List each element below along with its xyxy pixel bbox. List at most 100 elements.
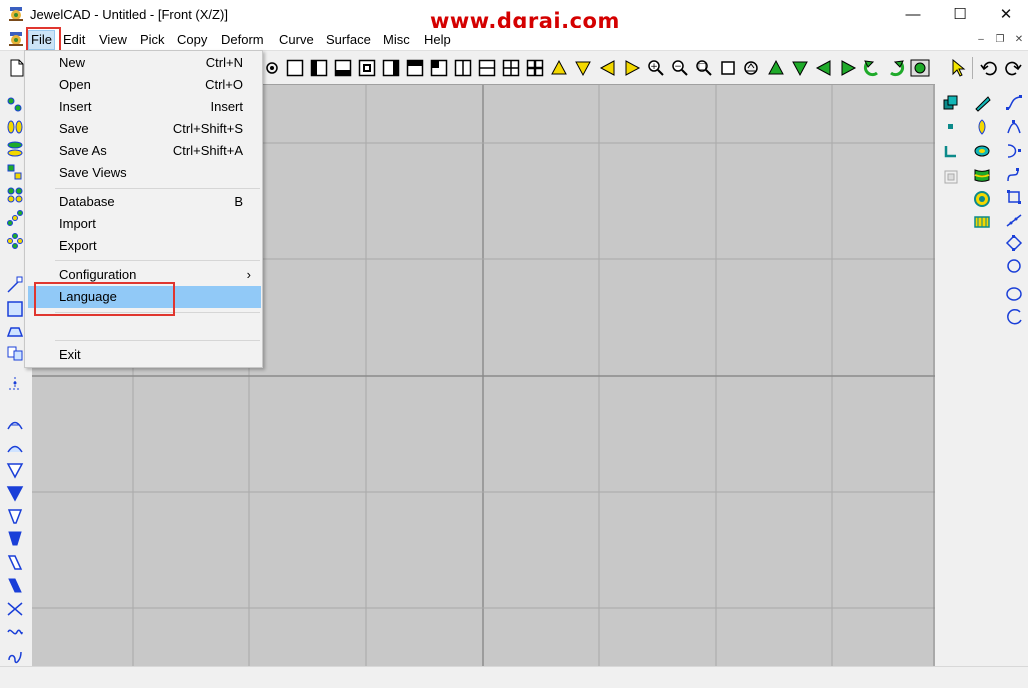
deform-loop-icon[interactable] [4,621,26,643]
spin-down-icon[interactable] [789,57,811,79]
deform-arc-up-icon[interactable] [4,414,26,436]
menu-edit[interactable]: Edit [61,30,87,50]
view-bottom-icon[interactable] [332,57,354,79]
deform-bend-icon[interactable] [4,527,26,549]
curve-circle-icon[interactable] [1003,255,1025,277]
zoom-in-icon[interactable]: + [645,57,667,79]
zoom-out-icon[interactable]: − [669,57,691,79]
file-menu-save[interactable]: Save Ctrl+Shift+S [28,118,261,140]
rotate-up-icon[interactable] [548,57,570,79]
view-split-vertical-icon[interactable] [452,57,474,79]
edit-box-icon[interactable] [4,298,26,320]
menu-deform[interactable]: Deform [219,30,266,50]
file-menu-import[interactable]: Import [28,213,261,235]
pick-ring-icon[interactable] [4,230,26,252]
curve-closed-icon[interactable] [1003,186,1025,208]
deform-arc-icon[interactable] [4,437,26,459]
spin-right-icon[interactable] [837,57,859,79]
menu-help[interactable]: Help [422,30,453,50]
render-view-icon[interactable] [909,57,931,79]
surface-rail-icon[interactable] [971,211,993,233]
file-menu-save-as[interactable]: Save As Ctrl+Shift+A [28,140,261,162]
file-menu-database[interactable]: Database B [28,191,261,213]
curve-ellipse-icon[interactable] [1003,283,1025,305]
surface-extrude-icon[interactable] [971,92,993,114]
file-menu-exit[interactable]: Exit [28,344,261,366]
pick-grid-icon[interactable] [4,184,26,206]
view-right-half-icon[interactable] [380,57,402,79]
zoom-window-icon[interactable]: □ [693,57,715,79]
redraw-icon[interactable] [261,57,283,79]
spin-left-icon[interactable] [813,57,835,79]
mdi-close-button[interactable]: ✕ [1011,33,1027,47]
snap-points-icon[interactable] [4,372,26,394]
deform-twist-icon[interactable] [4,505,26,527]
minimize-button[interactable]: — [890,0,936,28]
curve-diamond-icon[interactable] [1003,232,1025,254]
zoom-fit-icon[interactable] [717,57,739,79]
pick-line-icon[interactable] [4,116,26,138]
select-pointer-icon[interactable] [947,57,969,79]
file-menu-export[interactable]: Export [28,235,261,257]
file-menu-save-views[interactable]: Save Views [28,162,261,184]
document-icon[interactable] [8,31,24,47]
surface-sweep-icon[interactable] [971,140,993,162]
curve-s-icon[interactable] [1003,140,1025,162]
deform-taper-filled-icon[interactable] [4,482,26,504]
menu-pick[interactable]: Pick [138,30,167,50]
redo-icon[interactable] [1002,57,1024,79]
deform-skew-icon[interactable] [4,551,26,573]
edit-copy-icon[interactable] [4,342,26,364]
rotate-left-icon[interactable] [597,57,619,79]
rotate-ccw-icon[interactable] [861,57,883,79]
grey-frame-icon[interactable] [940,166,962,188]
undo-icon[interactable] [978,57,1000,79]
curve-arc-icon[interactable] [1003,306,1025,328]
file-menu-open[interactable]: Open Ctrl+O [28,74,261,96]
pick-all-icon[interactable] [4,138,26,160]
view-split-horizontal-icon[interactable] [476,57,498,79]
surface-tube-icon[interactable] [971,188,993,210]
rotate-cw-icon[interactable] [885,57,907,79]
menu-view[interactable]: View [97,30,129,50]
menu-curve[interactable]: Curve [277,30,316,50]
view-single-icon[interactable] [284,57,306,79]
deform-wave-icon[interactable] [4,644,26,666]
menu-surface[interactable]: Surface [324,30,373,50]
curve-step-icon[interactable] [1003,164,1025,186]
view-center-icon[interactable] [356,57,378,79]
layer-teal-icon[interactable] [940,92,962,114]
deform-skew-filled-icon[interactable] [4,574,26,596]
view-left-half-icon[interactable] [308,57,330,79]
view-top-icon[interactable] [404,57,426,79]
pan-icon[interactable] [740,57,762,79]
file-menu-new[interactable]: New Ctrl+N [28,52,261,74]
curve-arch-icon[interactable] [1003,116,1025,138]
surface-loft-icon[interactable] [971,164,993,186]
pick-chain-icon[interactable] [4,207,26,229]
menu-misc[interactable]: Misc [381,30,412,50]
edit-arch-icon[interactable] [4,320,26,342]
menu-copy[interactable]: Copy [175,30,209,50]
corner-icon[interactable] [940,140,962,162]
mdi-minimize-button[interactable]: – [973,33,989,47]
deform-pinch-icon[interactable] [4,598,26,620]
curve-line-icon[interactable] [1003,209,1025,231]
file-menu-insert[interactable]: Insert Insert [28,96,261,118]
jewelcad-app-icon[interactable] [8,6,24,22]
rotate-right-icon[interactable] [621,57,643,79]
pick-point-icon[interactable] [4,94,26,116]
view-quad-icon[interactable] [500,57,522,79]
maximize-button[interactable]: ☐ [937,0,983,28]
rotate-down-icon[interactable] [572,57,594,79]
point-icon[interactable] [940,116,962,138]
pick-group-icon[interactable] [4,161,26,183]
edit-point-icon[interactable] [4,274,26,296]
curve-freeform-icon[interactable] [1003,92,1025,114]
deform-taper-icon[interactable] [4,459,26,481]
close-button[interactable]: ✕ [983,0,1028,28]
view-corner-icon[interactable] [428,57,450,79]
view-quad-bold-icon[interactable] [524,57,546,79]
spin-up-icon[interactable] [765,57,787,79]
surface-revolve-icon[interactable] [971,116,993,138]
